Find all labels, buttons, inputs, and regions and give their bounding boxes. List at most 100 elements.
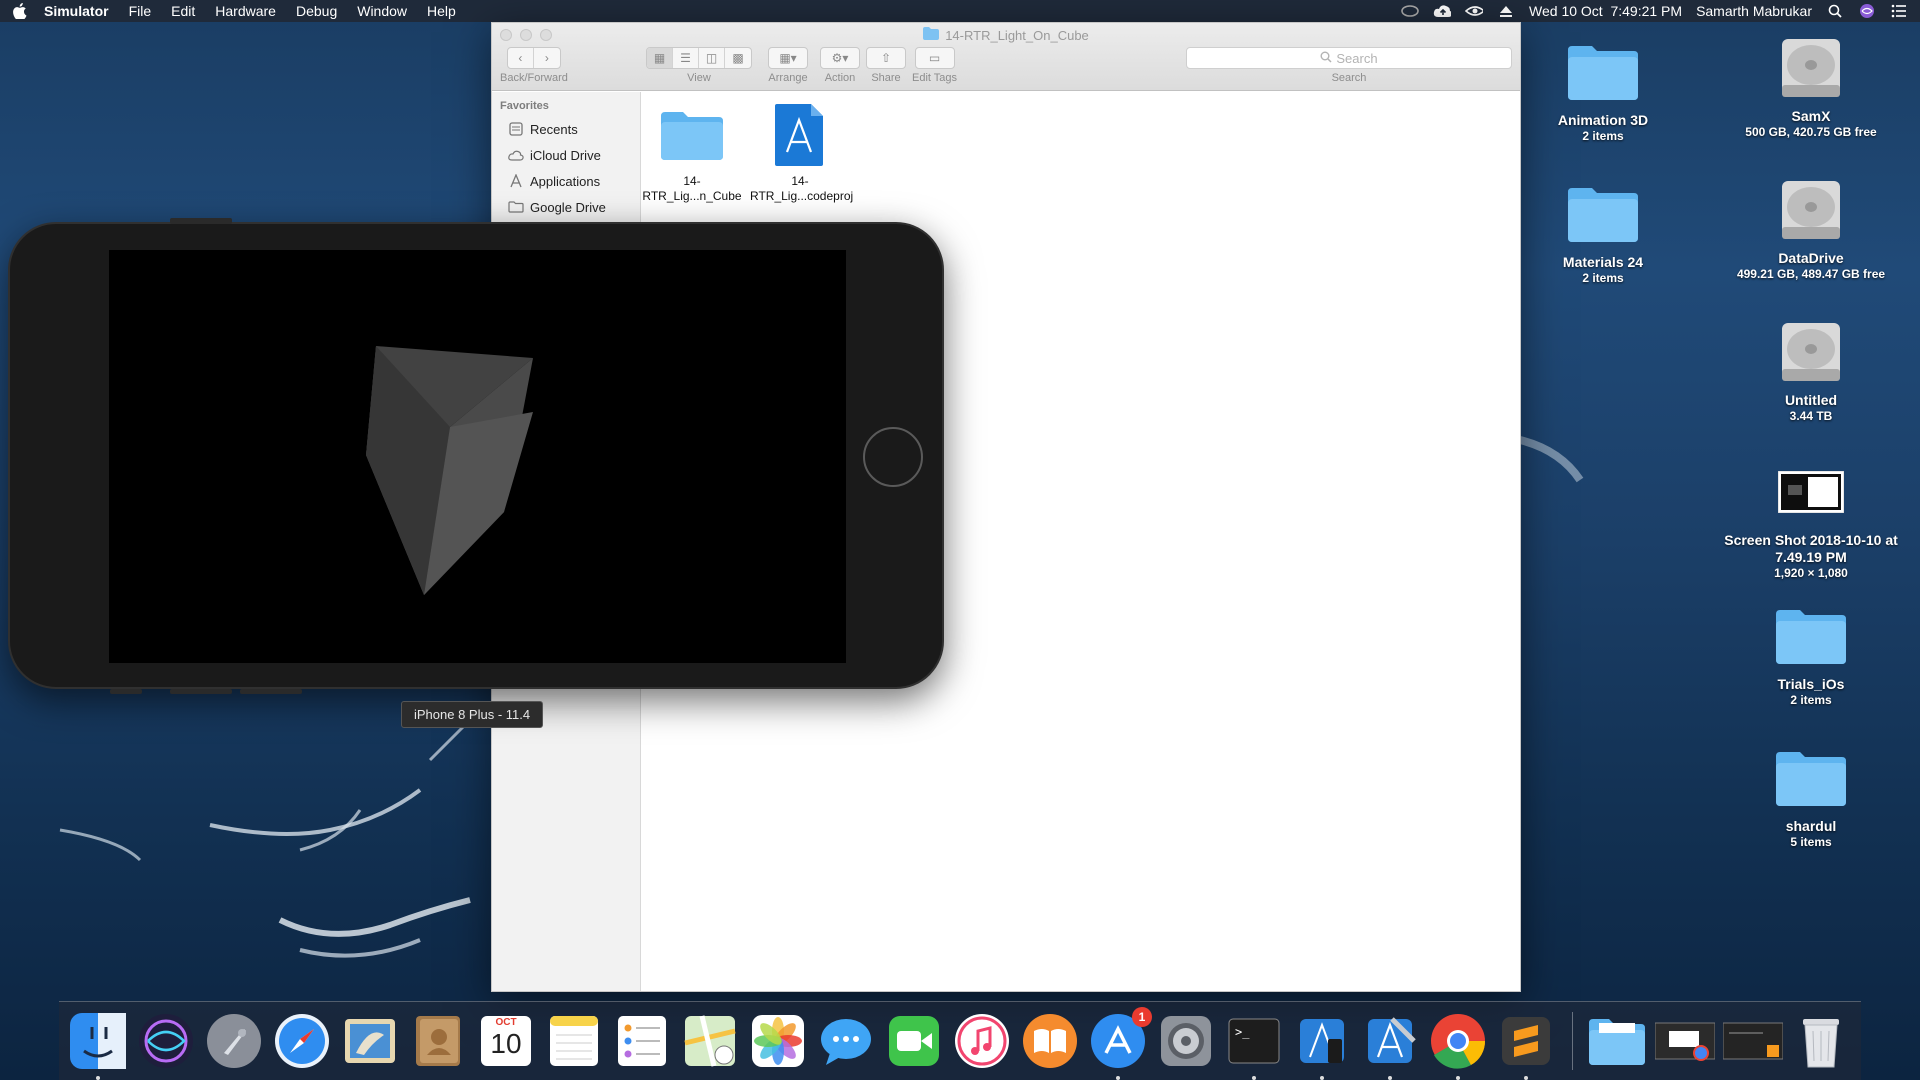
home-button[interactable] [863,427,923,487]
sidebar-item-icloud-drive[interactable]: iCloud Drive [492,142,640,168]
terminal-icon[interactable]: >_ [1224,1011,1284,1080]
sidebar-item-label: Applications [530,173,601,189]
file-item-xcodeproj[interactable]: 14- RTR_Lig...codeproj [750,102,853,204]
arrange-icon: ▦▾ [779,51,797,65]
sublime-window-icon[interactable] [1723,1011,1783,1071]
sidebar-item-google-drive[interactable]: Google Drive [492,194,640,220]
ibooks-icon[interactable] [1020,1011,1080,1071]
share-icon: ⇧ [880,51,892,65]
menu-help[interactable]: Help [427,3,456,19]
desktop-icon-name: shardul [1785,818,1837,834]
menu-edit[interactable]: Edit [171,3,195,19]
nvidia-icon[interactable] [1465,3,1484,19]
eject-icon[interactable] [1497,3,1515,19]
share-group: ⇧ Share [866,47,906,84]
forward-button[interactable]: › [534,48,560,68]
facetime-icon[interactable] [884,1011,944,1071]
desktop-folder-animation-3d[interactable]: Animation 3D 2 items [1513,32,1693,144]
desktop-icon-name: Trials_iOs [1777,676,1845,692]
column-view-button[interactable]: ◫ [699,48,725,68]
icon-view-button[interactable]: ▦ [647,48,673,68]
apple-icon[interactable] [12,3,28,19]
volume-up-button[interactable] [170,689,232,694]
app-store-icon[interactable]: 1 [1088,1007,1152,1080]
system-preferences-icon[interactable] [1156,1011,1216,1071]
desktop-icon-name: Screen Shot 2018-10-10 at 7.49.19 PM [1724,532,1898,565]
search-placeholder: Search [1336,50,1378,66]
menu-file[interactable]: File [129,3,152,19]
siri-icon[interactable] [1858,3,1876,19]
action-button[interactable]: ⚙▾ [821,48,859,68]
action-label: Action [824,72,856,84]
menu-debug[interactable]: Debug [296,3,337,19]
calendar-icon[interactable]: OCT 10 [476,1011,536,1071]
cover-flow-button[interactable]: ▩ [725,48,751,68]
view-label: View [687,72,711,84]
downloads-folder-icon[interactable] [1587,1011,1647,1071]
finder-icon[interactable] [68,1011,128,1080]
desktop-drive-untitled[interactable]: Untitled 3.44 TB [1721,312,1901,424]
search-input[interactable]: Search [1186,47,1512,69]
contacts-icon[interactable] [408,1011,468,1071]
search-label: Search [1331,72,1367,84]
siri-icon[interactable] [136,1011,196,1071]
arrange-label: Arrange [768,72,808,84]
power-button[interactable] [170,218,232,224]
launchpad-icon[interactable] [204,1011,264,1071]
desktop-icon-info: 2 items [1582,271,1624,285]
menu-app-name[interactable]: Simulator [44,3,109,19]
desktop-drive-datadrive[interactable]: DataDrive 499.21 GB, 489.47 GB free [1721,170,1901,282]
desktop-icon-info: 499.21 GB, 489.47 GB free [1736,267,1886,281]
desktop-icon-info: 1,920 × 1,080 [1774,566,1848,580]
view-group: ▦ ☰ ◫ ▩ View [646,47,752,84]
desktop-folder-shardul[interactable]: shardul 5 items [1721,738,1901,850]
list-view-button[interactable]: ☰ [673,48,699,68]
chrome-icon[interactable] [1428,1011,1488,1080]
desktop-drive-samx[interactable]: SamX 500 GB, 420.75 GB free [1721,28,1901,140]
mail-icon[interactable] [340,1011,400,1071]
folder-icon [508,200,524,214]
window-title-text: 14-RTR_Light_On_Cube [945,27,1089,43]
grid-icon: ▦ [653,51,666,65]
sublime-text-icon[interactable] [1496,1011,1556,1080]
share-button[interactable]: ⇧ [867,48,905,68]
dock-divider [1572,1012,1573,1070]
xcode-icon[interactable] [1360,1011,1420,1080]
cloud-upload-icon[interactable] [1433,3,1452,19]
edit-tags-button[interactable]: ▭ [916,48,954,68]
messages-icon[interactable] [816,1011,876,1071]
reminders-icon[interactable] [612,1011,672,1071]
arrange-group: ▦▾ Arrange [768,47,808,84]
notes-icon[interactable] [544,1011,604,1071]
desktop-folder-materials-24[interactable]: Materials 24 2 items [1513,174,1693,286]
desktop-folder-trials-ios[interactable]: Trials_iOs 2 items [1721,596,1901,708]
xcode-instruments-icon[interactable] [1292,1011,1352,1080]
spotlight-search-icon[interactable] [1826,3,1844,19]
screenshot-thumbnail-icon [1711,452,1911,532]
chrome-window-icon[interactable] [1655,1011,1715,1071]
columns-icon: ◫ [705,51,718,65]
window-title: 14-RTR_Light_On_Cube [492,27,1520,43]
menu-window[interactable]: Window [357,3,407,19]
itunes-icon[interactable] [952,1011,1012,1071]
photos-icon[interactable] [748,1011,808,1071]
mute-switch[interactable] [110,689,142,694]
menu-hardware[interactable]: Hardware [215,3,276,19]
desktop-file-screenshot[interactable]: Screen Shot 2018-10-10 at 7.49.19 PM 1,9… [1711,452,1911,581]
creative-cloud-icon[interactable] [1401,3,1419,19]
rendered-cube [366,346,533,595]
volume-down-button[interactable] [240,689,302,694]
simulator-screen[interactable] [109,250,846,663]
notification-center-icon[interactable] [1890,3,1908,19]
trash-icon[interactable] [1791,1011,1851,1071]
arrange-button[interactable]: ▦▾ [769,48,807,68]
back-button[interactable]: ‹ [508,48,534,68]
safari-icon[interactable] [272,1011,332,1071]
sidebar-item-recents[interactable]: Recents [492,116,640,142]
sidebar-item-applications[interactable]: Applications [492,168,640,194]
menu-clock[interactable]: Wed 10 Oct 7:49:21 PM [1529,3,1682,19]
menu-user[interactable]: Samarth Mabrukar [1696,3,1812,19]
maps-icon[interactable] [680,1011,740,1071]
file-item-folder[interactable]: 14- RTR_Lig...n_Cube [642,102,742,204]
cover-flow-icon: ▩ [732,51,744,65]
